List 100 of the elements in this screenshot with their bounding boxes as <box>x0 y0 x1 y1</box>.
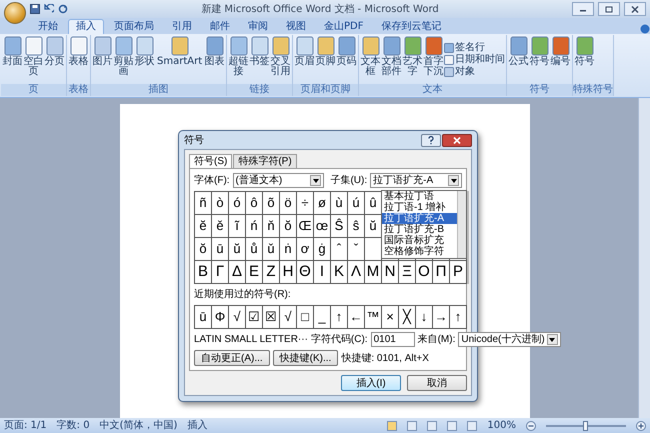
symbol-cell[interactable]: ↑ <box>331 306 348 329</box>
dialog-tab[interactable]: 特殊字符(P) <box>233 154 297 168</box>
symbol-cell[interactable]: ĩ <box>229 215 246 238</box>
dialog-tab[interactable]: 符号(S) <box>189 154 232 168</box>
ribbon-button[interactable]: 首字下沉 <box>423 35 444 84</box>
symbol-cell[interactable]: ů <box>246 238 263 261</box>
symbol-cell[interactable]: Ν <box>382 261 399 284</box>
symbol-cell[interactable]: ơ <box>297 238 314 261</box>
symbol-cell[interactable]: ˇ <box>348 238 365 261</box>
ribbon-tab[interactable]: 邮件 <box>202 19 238 34</box>
ribbon-tab[interactable]: 审阅 <box>240 19 276 34</box>
symbol-cell[interactable]: ù <box>331 192 348 215</box>
symbol-cell[interactable]: Œ <box>297 215 314 238</box>
symbol-cell[interactable]: ↓ <box>416 306 433 329</box>
autocorrect-button[interactable]: 自动更正(A)... <box>194 350 270 366</box>
symbol-cell[interactable]: Ο <box>416 261 433 284</box>
symbol-cell[interactable]: ™ <box>365 306 382 329</box>
symbol-cell[interactable]: ÷ <box>297 192 314 215</box>
symbol-cell[interactable]: Β <box>195 261 212 284</box>
ribbon-button[interactable]: 交叉引用 <box>270 35 292 84</box>
symbol-cell[interactable]: ū <box>212 238 229 261</box>
ribbon-tab[interactable]: 保存到云笔记 <box>373 19 450 34</box>
ribbon-tab[interactable]: 视图 <box>278 19 314 34</box>
symbol-cell[interactable]: ū <box>195 306 212 329</box>
symbol-cell[interactable]: Δ <box>229 261 246 284</box>
symbol-cell[interactable]: ó <box>229 192 246 215</box>
list-option[interactable]: 基本拉丁语 <box>382 191 457 202</box>
ribbon-button[interactable]: 页脚 <box>315 35 336 84</box>
symbol-cell[interactable]: ↑ <box>450 306 467 329</box>
symbol-cell[interactable]: Γ <box>212 261 229 284</box>
ribbon-button[interactable]: 符号 <box>529 35 550 84</box>
symbol-cell[interactable]: ö <box>280 192 297 215</box>
ribbon-button[interactable]: 文档部件 <box>381 35 402 84</box>
list-option[interactable]: 国际音标扩充 <box>382 235 457 246</box>
symbol-cell[interactable]: ☒ <box>263 306 280 329</box>
symbol-cell[interactable]: ø <box>314 192 331 215</box>
minimize-button[interactable] <box>572 2 594 16</box>
list-option[interactable]: 空格修饰字符 <box>382 246 457 257</box>
ribbon-button[interactable]: 空白页 <box>23 35 44 84</box>
symbol-cell[interactable]: ╳ <box>399 306 416 329</box>
ribbon-button[interactable]: 编号 <box>550 35 572 84</box>
scrollbar[interactable] <box>467 191 469 284</box>
subset-dropdown[interactable]: 拉丁语扩充-A <box>370 173 462 188</box>
symbol-cell[interactable]: ŝ <box>348 215 365 238</box>
symbol-cell[interactable]: × <box>382 306 399 329</box>
symbol-cell[interactable]: ṅ <box>280 238 297 261</box>
symbol-cell[interactable]: ǔ <box>263 238 280 261</box>
ribbon-button[interactable]: 超链接 <box>228 35 250 84</box>
close-button[interactable] <box>442 134 472 146</box>
symbol-cell[interactable]: Ζ <box>263 261 280 284</box>
symbol-cell[interactable]: ň <box>263 215 280 238</box>
symbol-cell[interactable]: Ŝ <box>331 215 348 238</box>
symbol-cell[interactable]: Π <box>433 261 450 284</box>
list-scrollbar[interactable] <box>457 191 466 258</box>
ribbon-button[interactable]: 符号 <box>574 35 596 84</box>
symbol-cell[interactable]: □ <box>297 306 314 329</box>
insert-button[interactable]: 插入(I) <box>341 375 401 391</box>
shortcut-button[interactable]: 快捷键(K)... <box>272 350 338 366</box>
office-button[interactable] <box>4 2 26 24</box>
list-option[interactable]: 拉丁语-1 增补 <box>382 202 457 213</box>
symbol-cell[interactable]: ġ <box>314 238 331 261</box>
help-button[interactable] <box>421 134 441 146</box>
ribbon-button[interactable]: 页眉 <box>294 35 316 84</box>
symbol-cell[interactable]: Ε <box>246 261 263 284</box>
ribbon-button[interactable]: 表格 <box>68 35 89 84</box>
ribbon-button[interactable]: 剪贴画 <box>113 35 134 84</box>
from-dropdown[interactable]: Unicode(十六进制) <box>458 332 561 347</box>
symbol-cell[interactable]: ě <box>212 215 229 238</box>
cancel-button[interactable]: 取消 <box>407 375 467 391</box>
ribbon-button[interactable]: 艺术字 <box>402 35 424 84</box>
ribbon-button[interactable]: 封面 <box>2 35 23 84</box>
ribbon-button[interactable]: 分页 <box>44 35 65 84</box>
symbol-cell[interactable]: Φ <box>212 306 229 329</box>
symbol-cell[interactable]: ŏ <box>195 238 212 261</box>
symbol-cell[interactable]: Λ <box>348 261 365 284</box>
symbol-cell[interactable]: Κ <box>331 261 348 284</box>
list-option[interactable]: 拉丁语扩充-A <box>382 213 457 224</box>
symbol-cell[interactable]: Θ <box>297 261 314 284</box>
scrollbar[interactable] <box>638 98 650 418</box>
symbol-cell[interactable]: ˆ <box>331 238 348 261</box>
ribbon-button[interactable]: 文本框 <box>360 35 382 84</box>
ribbon-tab[interactable]: 插入 <box>68 19 104 34</box>
ribbon-button[interactable]: 书签 <box>249 35 270 84</box>
symbol-cell[interactable]: ☑ <box>246 306 263 329</box>
symbol-cell[interactable]: ← <box>348 306 365 329</box>
symbol-cell[interactable]: ò <box>212 192 229 215</box>
symbol-cell[interactable]: √ <box>229 306 246 329</box>
maximize-button[interactable] <box>598 2 620 16</box>
symbol-cell[interactable]: Ι <box>314 261 331 284</box>
symbol-cell[interactable]: ŭ <box>229 238 246 261</box>
symbol-cell[interactable]: ń <box>246 215 263 238</box>
close-button[interactable] <box>624 2 646 16</box>
symbol-cell[interactable]: Μ <box>365 261 382 284</box>
ribbon-tab[interactable]: 开始 <box>30 19 66 34</box>
ribbon-button[interactable]: 图片 <box>92 35 113 84</box>
zoom-slider-thumb[interactable] <box>583 420 588 430</box>
ribbon-tab[interactable]: 引用 <box>164 19 200 34</box>
code-field[interactable]: 0101 <box>370 332 415 347</box>
symbol-cell[interactable]: ú <box>348 192 365 215</box>
symbol-cell[interactable]: √ <box>280 306 297 329</box>
